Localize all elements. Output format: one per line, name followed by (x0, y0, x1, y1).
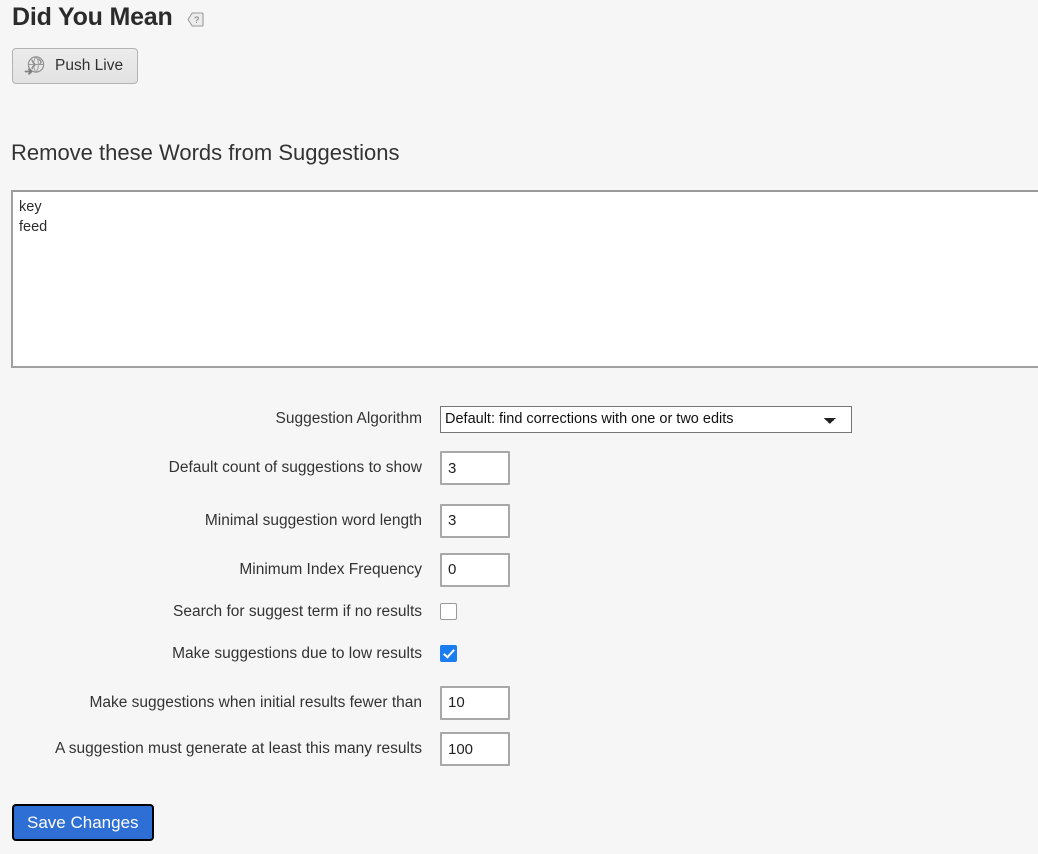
field-min-index-frequency (440, 552, 510, 587)
suggest-low-results-checkbox[interactable] (440, 645, 457, 662)
form-row-min-index-frequency: Minimum Index Frequency (0, 547, 1038, 592)
at-least-input[interactable] (440, 732, 510, 766)
push-live-label: Push Live (55, 57, 124, 74)
did-you-mean-page: Did You Mean ? Push Live Remove these Wo… (0, 0, 1038, 854)
label-fewer-than: Make suggestions when initial results fe… (89, 693, 422, 711)
form-row-min-word-length: Minimal suggestion word length (0, 494, 1038, 547)
push-live-button[interactable]: Push Live (12, 48, 139, 84)
form-row-suggest-low-results: Make suggestions due to low results (0, 631, 1038, 676)
field-suggestion-algorithm: Default: find corrections with one or tw… (440, 405, 852, 433)
search-if-no-results-checkbox[interactable] (440, 603, 457, 620)
fewer-than-input[interactable] (440, 685, 510, 720)
label-default-count: Default count of suggestions to show (168, 459, 422, 476)
min-word-length-input[interactable] (440, 503, 510, 538)
field-fewer-than (440, 685, 510, 720)
default-count-input[interactable] (440, 451, 510, 485)
field-suggest-low-results (440, 645, 457, 662)
label-search-if-no-results: Search for suggest term if no results (173, 602, 422, 620)
label-suggest-low-results: Make suggestions due to low results (172, 644, 422, 662)
section-heading: Remove these Words from Suggestions (11, 140, 400, 165)
suggestion-algorithm-select[interactable]: Default: find corrections with one or tw… (440, 405, 852, 433)
label-suggestion-algorithm: Suggestion Algorithm (275, 410, 422, 427)
label-min-word-length: Minimal suggestion word length (204, 511, 422, 529)
svg-text:?: ? (194, 15, 199, 25)
remove-words-textarea[interactable]: key feed (11, 190, 1038, 368)
form-row-fewer-than: Make suggestions when initial results fe… (0, 676, 1038, 729)
form-row-suggestion-algorithm: Suggestion Algorithm Default: find corre… (0, 396, 1038, 442)
min-index-frequency-input[interactable] (440, 552, 510, 587)
field-default-count (440, 451, 510, 485)
form-row-search-if-no-results: Search for suggest term if no results (0, 592, 1038, 631)
help-tag-icon[interactable]: ? (187, 12, 204, 27)
field-search-if-no-results (440, 603, 457, 620)
settings-form: Suggestion Algorithm Default: find corre… (0, 396, 1038, 769)
field-min-word-length (440, 503, 510, 538)
field-at-least (440, 732, 510, 766)
form-row-default-count: Default count of suggestions to show (0, 442, 1038, 494)
form-row-at-least: A suggestion must generate at least this… (0, 729, 1038, 769)
label-min-index-frequency: Minimum Index Frequency (239, 560, 422, 578)
page-title: Did You Mean (12, 3, 173, 31)
globe-push-icon (24, 55, 46, 77)
save-changes-button[interactable]: Save Changes (12, 804, 154, 841)
label-at-least: A suggestion must generate at least this… (54, 740, 422, 757)
page-header: Did You Mean ? (12, 2, 204, 32)
